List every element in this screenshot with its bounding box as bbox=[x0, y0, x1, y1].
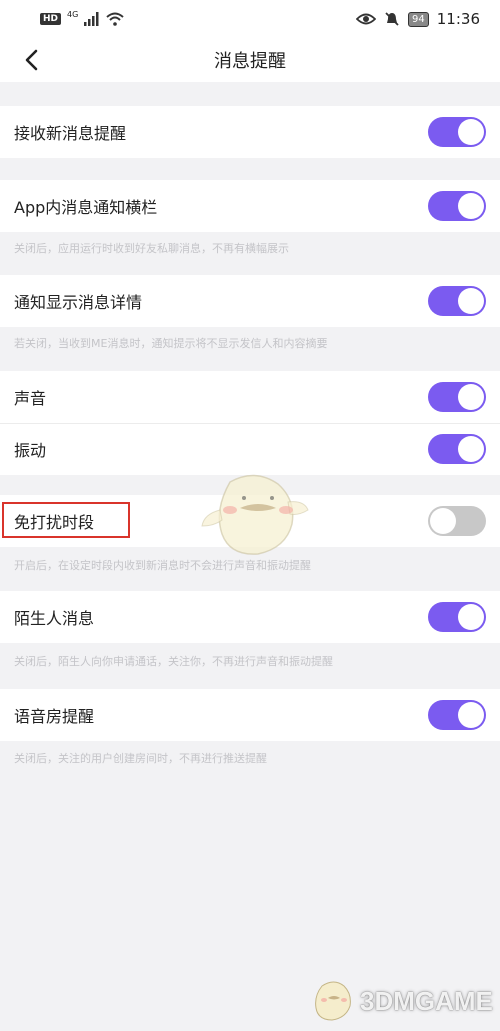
setting-row-vibrate: 振动 bbox=[0, 423, 500, 475]
voice-room-toggle[interactable] bbox=[428, 700, 486, 730]
toggle-knob bbox=[458, 604, 484, 630]
in-app-banner-note: 关闭后，应用运行时收到好友私聊消息，不再有横幅展示 bbox=[14, 242, 289, 255]
back-button[interactable] bbox=[16, 44, 48, 76]
stranger-toggle[interactable] bbox=[428, 602, 486, 632]
dnd-label: 免打扰时段 bbox=[14, 513, 95, 532]
in-app-banner-toggle[interactable] bbox=[428, 191, 486, 221]
group-in-app-banner: App内消息通知横栏 bbox=[0, 180, 500, 232]
show-detail-note: 若关闭，当收到ME消息时，通知提示将不显示发信人和内容摘要 bbox=[14, 337, 328, 350]
receive-new-toggle[interactable] bbox=[428, 117, 486, 147]
stranger-note: 关闭后，陌生人向你申请通话，关注你，不再进行声音和振动提醒 bbox=[14, 655, 333, 668]
setting-row-stranger: 陌生人消息 bbox=[0, 591, 500, 643]
status-left: HD 4G bbox=[40, 9, 124, 26]
group-sound-vibrate: 声音 振动 bbox=[0, 371, 500, 475]
stranger-label: 陌生人消息 bbox=[14, 609, 95, 628]
group-show-detail: 通知显示消息详情 bbox=[0, 275, 500, 327]
sound-label: 声音 bbox=[14, 389, 47, 408]
setting-row-in-app-banner: App内消息通知横栏 bbox=[0, 180, 500, 232]
mascot-watermark-icon bbox=[201, 474, 309, 555]
watermark-text: 3DMGAME bbox=[360, 985, 493, 1016]
group-stranger: 陌生人消息 bbox=[0, 591, 500, 643]
clock: 11:36 bbox=[436, 10, 480, 28]
setting-row-show-detail: 通知显示消息详情 bbox=[0, 275, 500, 327]
toggle-knob bbox=[458, 288, 484, 314]
setting-row-receive-new: 接收新消息提醒 bbox=[0, 106, 500, 158]
watermark: 3DMGAME bbox=[310, 978, 493, 1024]
voice-room-label: 语音房提醒 bbox=[14, 707, 95, 726]
bell-muted-icon bbox=[385, 12, 399, 26]
sound-toggle[interactable] bbox=[428, 382, 486, 412]
eye-icon bbox=[356, 13, 377, 25]
network-type: 4G bbox=[67, 9, 79, 19]
setting-row-sound: 声音 bbox=[0, 371, 500, 423]
setting-row-voice-room: 语音房提醒 bbox=[0, 689, 500, 741]
hd-badge: HD bbox=[40, 13, 62, 25]
battery-icon: 94 bbox=[408, 11, 429, 27]
toggle-knob bbox=[458, 384, 484, 410]
voice-room-note: 关闭后，关注的用户创建房间时，不再进行推送提醒 bbox=[14, 752, 267, 765]
group-receive: 接收新消息提醒 bbox=[0, 106, 500, 158]
receive-new-label: 接收新消息提醒 bbox=[14, 124, 127, 143]
toggle-knob bbox=[430, 508, 456, 534]
toggle-knob bbox=[458, 119, 484, 145]
toggle-knob bbox=[458, 702, 484, 728]
dnd-toggle[interactable] bbox=[428, 506, 486, 536]
nav-bar: 消息提醒 bbox=[0, 38, 500, 82]
vibrate-toggle[interactable] bbox=[428, 434, 486, 464]
show-detail-toggle[interactable] bbox=[428, 286, 486, 316]
status-right: 94 11:36 bbox=[356, 10, 480, 28]
mascot-logo-icon bbox=[315, 981, 351, 1021]
show-detail-label: 通知显示消息详情 bbox=[14, 293, 143, 312]
chevron-left-icon bbox=[25, 49, 38, 71]
page-title: 消息提醒 bbox=[214, 51, 286, 72]
signal-icon bbox=[84, 12, 99, 26]
wifi-icon bbox=[106, 12, 124, 26]
toggle-knob bbox=[458, 436, 484, 462]
status-bar: HD 4G 94 11:36 bbox=[0, 0, 500, 38]
group-voice-room: 语音房提醒 bbox=[0, 689, 500, 741]
in-app-banner-label: App内消息通知横栏 bbox=[14, 198, 158, 217]
toggle-knob bbox=[458, 193, 484, 219]
vibrate-label: 振动 bbox=[14, 441, 47, 460]
